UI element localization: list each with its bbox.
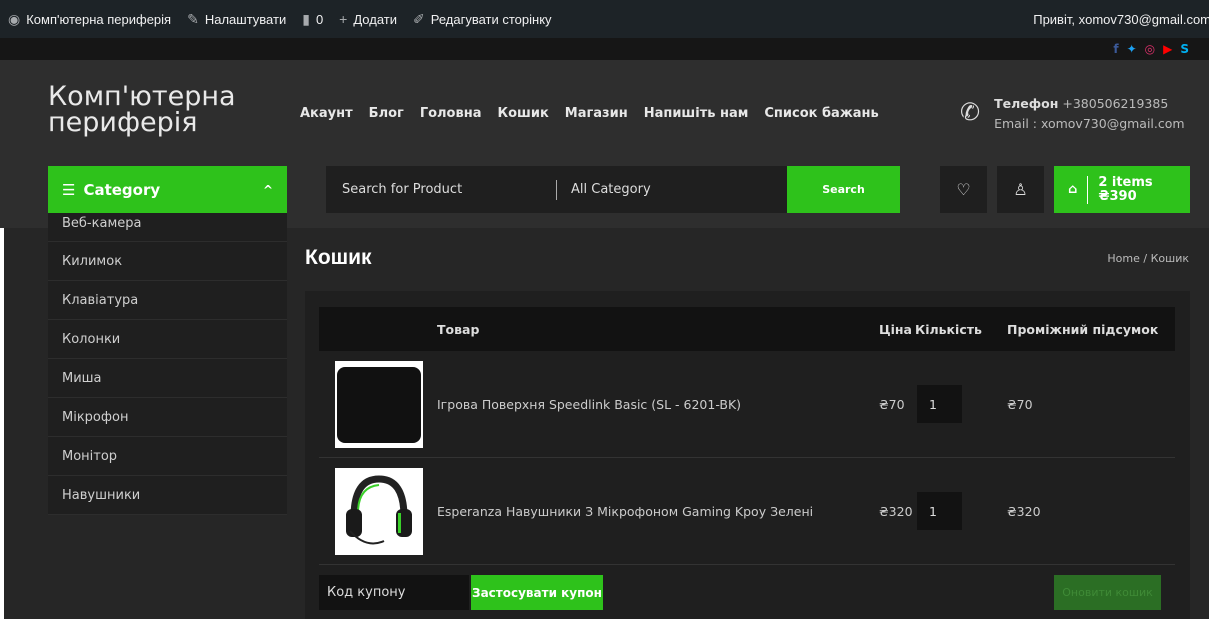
- pencil-icon: ✐: [413, 10, 425, 27]
- phone-icon: ✆: [960, 98, 981, 126]
- search-category-select[interactable]: All Category: [571, 182, 787, 197]
- instagram-icon[interactable]: ◎: [1145, 42, 1155, 56]
- table-row: Ігрова Поверхня Speedlink Basic (SL - 62…: [319, 351, 1175, 458]
- nav-item-shop[interactable]: Магазин: [565, 106, 628, 121]
- nav-item-cart[interactable]: Кошик: [497, 106, 548, 121]
- category-item-webcam[interactable]: Веб-камера: [48, 204, 287, 242]
- account-button[interactable]: ♙: [997, 166, 1044, 213]
- product-name-link[interactable]: Esperanza Навушники З Мікрофоном Gaming …: [437, 504, 813, 519]
- category-item-microphone[interactable]: Мікрофон: [48, 398, 287, 437]
- admin-comments-link[interactable]: ▮ 0: [294, 11, 331, 28]
- header-product: Товар: [437, 322, 480, 337]
- cart-table-header: Товар Ціна Кількість Проміжний підсумок: [319, 307, 1175, 351]
- header-quantity: Кількість: [915, 322, 982, 337]
- category-item-keyboard[interactable]: Клавіатура: [48, 281, 287, 320]
- quantity-input[interactable]: 1: [917, 385, 962, 423]
- search-input[interactable]: Search for Product: [326, 182, 556, 197]
- heart-icon: ♡: [956, 180, 971, 199]
- admin-account-link[interactable]: Привіт, xomov730@gmail.com: [1025, 12, 1219, 27]
- basket-icon: ⌂: [1068, 182, 1078, 197]
- mini-cart-total: ₴390: [1098, 188, 1137, 204]
- quantity-input[interactable]: 1: [917, 492, 962, 530]
- breadcrumb[interactable]: Home / Кошик: [1107, 252, 1189, 265]
- header-subtotal: Проміжний підсумок: [1007, 322, 1159, 337]
- cart-panel: Товар Ціна Кількість Проміжний підсумок …: [305, 291, 1190, 619]
- contact-info: ✆ Телефон +380506219385 Email : xomov730…: [960, 94, 1185, 134]
- admin-edit-page-link[interactable]: ✐ Редагувати сторінку: [405, 11, 560, 28]
- skype-icon[interactable]: S: [1180, 42, 1189, 56]
- mousepad-image: [337, 366, 421, 443]
- mini-cart-button[interactable]: ⌂ 2 items ₴390: [1054, 166, 1190, 213]
- apply-coupon-button[interactable]: Застосувати купон: [471, 575, 603, 610]
- mini-cart-count: 2 items: [1098, 174, 1153, 190]
- youtube-icon[interactable]: ▶: [1163, 42, 1172, 56]
- category-button-label: Category: [83, 180, 161, 199]
- comment-icon: ▮: [302, 10, 310, 27]
- coupon-code-input[interactable]: Код купону: [319, 575, 469, 610]
- nav-item-home[interactable]: Головна: [420, 106, 482, 121]
- facebook-icon[interactable]: f: [1113, 42, 1118, 56]
- category-item-headphones[interactable]: Навушники: [48, 476, 287, 515]
- plus-icon: +: [339, 11, 348, 27]
- nav-item-contact[interactable]: Напишіть нам: [644, 106, 749, 121]
- nav-item-blog[interactable]: Блог: [369, 106, 404, 121]
- admin-bar: ◉ Комп'ютерна периферія ✎ Налаштувати ▮ …: [0, 0, 1219, 38]
- admin-customize-link[interactable]: ✎ Налаштувати: [179, 11, 294, 28]
- right-edge: [1209, 0, 1219, 619]
- product-price: ₴70: [879, 397, 905, 412]
- nav-item-wishlist[interactable]: Список бажань: [764, 106, 878, 121]
- category-list: Веб-камера Килимок Клавіатура Колонки Ми…: [48, 213, 287, 515]
- menu-icon: ☰: [62, 180, 76, 199]
- product-price: ₴320: [879, 504, 913, 519]
- dashboard-icon: ◉: [8, 10, 21, 27]
- email-line: Email : xomov730@gmail.com: [994, 116, 1185, 131]
- admin-site-link[interactable]: ◉ Комп'ютерна периферія: [0, 11, 179, 28]
- category-item-speakers[interactable]: Колонки: [48, 320, 287, 359]
- product-thumbnail-headset[interactable]: [335, 468, 423, 555]
- product-name-link[interactable]: Ігрова Поверхня Speedlink Basic (SL - 62…: [437, 397, 741, 412]
- search-divider: [556, 179, 557, 200]
- product-thumbnail-mousepad[interactable]: [335, 361, 423, 448]
- nav-item-account[interactable]: Акаунт: [300, 106, 353, 121]
- header-price: Ціна: [879, 322, 912, 337]
- twitter-icon[interactable]: ✦: [1127, 42, 1137, 56]
- product-subtotal: ₴70: [1007, 397, 1033, 412]
- admin-add-new-link[interactable]: + Додати: [331, 11, 405, 27]
- category-item-monitor[interactable]: Монітор: [48, 437, 287, 476]
- product-subtotal: ₴320: [1007, 504, 1041, 519]
- phone-label: Телефон: [994, 96, 1059, 111]
- chevron-up-icon: ^: [262, 182, 273, 197]
- category-item-mouse[interactable]: Миша: [48, 359, 287, 398]
- main-nav: Акаунт Блог Головна Кошик Магазин Напиші…: [300, 106, 879, 121]
- table-row: Esperanza Навушники З Мікрофоном Gaming …: [319, 458, 1175, 565]
- phone-number: +380506219385: [1062, 96, 1169, 111]
- page-title: Кошик: [305, 246, 372, 269]
- brush-icon: ✎: [187, 10, 199, 27]
- update-cart-button[interactable]: Оновити кошик: [1054, 575, 1161, 610]
- social-strip: f ✦ ◎ ▶ S: [0, 38, 1219, 60]
- headset-image: [346, 474, 412, 544]
- user-icon: ♙: [1013, 180, 1028, 199]
- wishlist-button[interactable]: ♡: [940, 166, 987, 213]
- search-bar: Search for Product All Category Search: [326, 166, 900, 213]
- search-button[interactable]: Search: [787, 166, 900, 213]
- category-item-mousepad[interactable]: Килимок: [48, 242, 287, 281]
- site-logo[interactable]: Комп'ютерна периферія: [48, 83, 278, 136]
